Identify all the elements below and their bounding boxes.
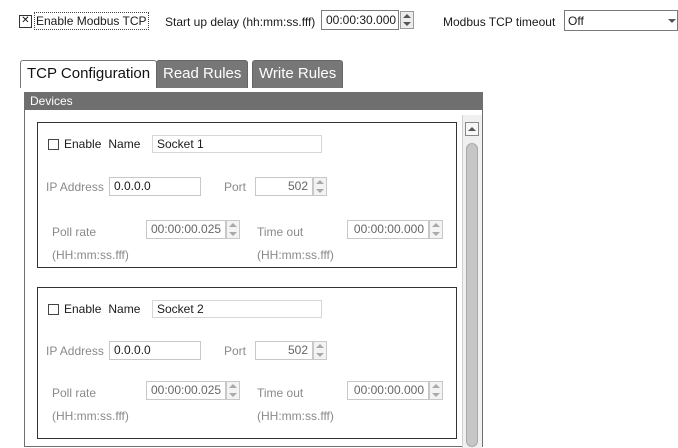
- spin-up-icon[interactable]: [229, 384, 237, 389]
- socket-2-timeout-format: (HH:mm:ss.fff): [257, 409, 334, 423]
- socket-2-name-input[interactable]: Socket 2: [152, 300, 322, 318]
- socket-1-enable-checkbox[interactable]: [48, 138, 59, 150]
- socket-2-port-input[interactable]: 502: [255, 341, 313, 360]
- socket-2-poll-label: Poll rate: [52, 386, 97, 400]
- devices-scrollbar[interactable]: [462, 115, 482, 448]
- socket-1-port-spinner[interactable]: [313, 177, 327, 196]
- socket-1-poll-input[interactable]: 00:00:00.025: [146, 220, 226, 239]
- socket-1-enable-label: Enable: [64, 137, 102, 151]
- socket-1-ip-label: IP Address: [46, 180, 104, 194]
- socket-1-timeout-input[interactable]: 00:00:00.000: [347, 220, 429, 239]
- socket-2-port-spinner[interactable]: [313, 341, 327, 360]
- spin-down-icon[interactable]: [403, 22, 411, 26]
- socket-1-poll-label: Poll rate: [52, 225, 97, 239]
- startup-delay-input[interactable]: 00:00:30.000: [321, 10, 399, 30]
- socket-2-poll-format: (HH:mm:ss.fff): [52, 409, 129, 423]
- socket-2-poll-spinner[interactable]: [226, 381, 240, 400]
- enable-modbus-tcp-checkbox[interactable]: ✕ Enable Modbus TCP: [19, 12, 149, 30]
- socket-2-enable-checkbox[interactable]: [48, 303, 59, 315]
- socket-2-group: Enable Name Socket 2 IP Address 0.0.0.0 …: [37, 287, 457, 439]
- socket-2-poll-field[interactable]: 00:00:00.025: [146, 381, 240, 400]
- socket-1-port-label: Port: [224, 180, 247, 194]
- timeout-label: Modbus TCP timeout: [443, 15, 556, 29]
- scroll-up-button[interactable]: [465, 122, 479, 136]
- enable-modbus-tcp-label: Enable Modbus TCP: [34, 12, 149, 30]
- spin-up-icon[interactable]: [229, 223, 237, 228]
- socket-1-poll-spinner[interactable]: [226, 220, 240, 239]
- socket-2-port-label: Port: [224, 344, 247, 358]
- socket-2-timeout-label: Time out: [257, 386, 304, 400]
- socket-1-group: Enable Name Socket 1 IP Address 0.0.0.0 …: [37, 122, 457, 268]
- spin-up-icon[interactable]: [316, 344, 324, 349]
- socket-1-poll-format: (HH:mm:ss.fff): [52, 248, 129, 262]
- socket-1-ip-input[interactable]: 0.0.0.0: [109, 177, 201, 196]
- socket-1-port-input[interactable]: 502: [255, 177, 313, 196]
- spin-down-icon[interactable]: [316, 352, 324, 357]
- socket-1-timeout-label: Time out: [257, 225, 304, 239]
- checkbox-checked-icon[interactable]: ✕: [19, 14, 32, 28]
- spin-down-icon[interactable]: [229, 231, 237, 236]
- socket-1-timeout-field[interactable]: 00:00:00.000: [347, 220, 443, 239]
- socket-2-poll-input[interactable]: 00:00:00.025: [146, 381, 226, 400]
- socket-1-port-field[interactable]: 502: [255, 177, 327, 196]
- socket-2-timeout-field[interactable]: 00:00:00.000: [347, 381, 443, 400]
- socket-2-ip-label: IP Address: [46, 344, 104, 358]
- startup-delay-spinner[interactable]: [400, 11, 414, 29]
- devices-panel: Devices Enable Name Socket 1 IP Address …: [24, 92, 483, 448]
- scroll-thumb[interactable]: [466, 143, 478, 447]
- socket-2-timeout-input[interactable]: 00:00:00.000: [347, 381, 429, 400]
- spin-up-icon[interactable]: [316, 180, 324, 185]
- startup-delay-field[interactable]: 00:00:30.000: [321, 10, 414, 30]
- spin-down-icon[interactable]: [432, 392, 440, 397]
- startup-delay-label: Start up delay (hh:mm:ss.fff): [165, 15, 316, 29]
- socket-2-port-field[interactable]: 502: [255, 341, 327, 360]
- spin-down-icon[interactable]: [229, 392, 237, 397]
- socket-1-poll-field[interactable]: 00:00:00.025: [146, 220, 240, 239]
- socket-1-timeout-spinner[interactable]: [429, 220, 443, 239]
- spin-up-icon[interactable]: [432, 384, 440, 389]
- socket-1-name-label: Name: [108, 137, 141, 151]
- socket-1-name-input[interactable]: Socket 1: [152, 135, 322, 153]
- timeout-select-value: Off: [568, 13, 584, 28]
- spin-up-icon[interactable]: [403, 14, 411, 18]
- socket-2-enable-label: Enable: [64, 302, 102, 316]
- spin-up-icon[interactable]: [432, 223, 440, 228]
- spin-down-icon[interactable]: [432, 231, 440, 236]
- devices-panel-header: Devices: [25, 93, 482, 110]
- socket-2-ip-input[interactable]: 0.0.0.0: [109, 341, 201, 360]
- socket-2-timeout-spinner[interactable]: [429, 381, 443, 400]
- dropdown-arrow-icon[interactable]: [667, 18, 677, 23]
- tab-read-rules[interactable]: Read Rules: [156, 60, 249, 88]
- tab-write-rules[interactable]: Write Rules: [252, 60, 344, 88]
- spin-down-icon[interactable]: [316, 188, 324, 193]
- scroll-up-icon: [468, 127, 476, 131]
- socket-2-name-label: Name: [108, 302, 141, 316]
- timeout-select[interactable]: Off: [564, 10, 678, 31]
- tab-tcp-configuration[interactable]: TCP Configuration: [20, 60, 158, 88]
- socket-1-timeout-format: (HH:mm:ss.fff): [257, 248, 334, 262]
